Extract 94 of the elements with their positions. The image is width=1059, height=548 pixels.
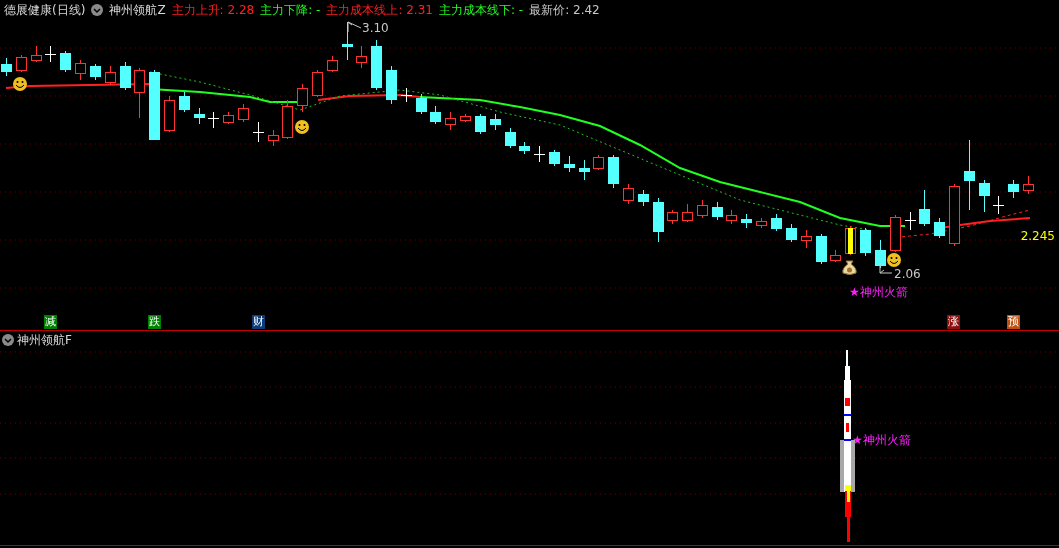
high-price-label: 3.10 xyxy=(362,21,389,35)
legend-value: 主力上升: 2.28 xyxy=(171,2,255,18)
candlestick xyxy=(564,155,575,173)
candlestick xyxy=(638,189,649,207)
candlestick xyxy=(964,139,975,211)
candlestick xyxy=(238,103,249,123)
candlestick xyxy=(1008,179,1019,199)
candlestick xyxy=(653,197,664,243)
candlestick xyxy=(579,159,590,181)
candlestick xyxy=(934,217,945,239)
candlestick xyxy=(60,50,71,73)
candlestick xyxy=(712,201,723,221)
legend-value: 最新价: 2.42 xyxy=(529,2,600,18)
candlestick xyxy=(549,149,560,167)
candlestick xyxy=(756,217,767,229)
signal-marker: 预 xyxy=(1007,315,1020,329)
candlestick xyxy=(16,54,27,73)
candlestick xyxy=(830,249,841,263)
candlestick xyxy=(90,63,101,81)
legend-value: 主力成本线下: - xyxy=(438,2,524,18)
candlestick xyxy=(505,127,516,149)
indicator-name: 神州领航Z xyxy=(109,2,166,18)
candlestick xyxy=(75,59,86,81)
candlestick xyxy=(44,45,57,63)
candlestick xyxy=(430,105,441,125)
candlestick xyxy=(327,55,338,73)
candlestick xyxy=(890,214,901,253)
candlestick xyxy=(207,111,220,129)
smiley-icon xyxy=(887,253,901,267)
signal-marker: 减 xyxy=(44,315,57,329)
candlestick xyxy=(860,227,871,257)
candlestick xyxy=(297,83,308,113)
candlestick xyxy=(445,111,456,131)
candlestick xyxy=(741,213,752,229)
candlestick xyxy=(475,113,486,135)
candlestick xyxy=(1,57,12,77)
candlestick xyxy=(490,113,501,131)
candlestick xyxy=(771,213,782,232)
candlestick xyxy=(949,183,960,247)
candlestick xyxy=(593,154,604,171)
candlestick xyxy=(801,229,812,249)
candlestick xyxy=(120,61,131,91)
signal-label: ★神州火箭 xyxy=(849,285,908,299)
signal-marker: 财 xyxy=(252,315,265,329)
candlestick xyxy=(31,45,42,63)
indicator-name: 神州领航F xyxy=(17,332,72,348)
pointer-arrow xyxy=(347,21,362,33)
candlestick xyxy=(356,45,367,69)
candlestick xyxy=(979,179,990,213)
collapse-icon[interactable] xyxy=(91,4,104,16)
candlestick xyxy=(460,113,471,123)
candlestick xyxy=(164,95,175,133)
candlestick xyxy=(519,141,530,155)
collapse-icon[interactable] xyxy=(2,334,14,346)
candlestick xyxy=(667,209,678,225)
smiley-icon xyxy=(13,77,27,91)
candlestick xyxy=(682,203,693,223)
candlestick xyxy=(608,154,619,189)
legend-value: 主力成本线上: 2.31 xyxy=(326,2,433,18)
candlestick xyxy=(371,39,382,91)
signal-label: ★神州火箭 xyxy=(852,433,911,447)
money-bag-icon xyxy=(842,260,857,275)
candlestick xyxy=(697,199,708,219)
legend-value: 主力下降: - xyxy=(260,2,321,18)
candlestick xyxy=(282,99,293,140)
smiley-icon xyxy=(295,120,309,134)
candlestick xyxy=(134,67,145,119)
candlestick xyxy=(179,91,190,113)
candlestick xyxy=(416,93,427,115)
price-label: 2.245 xyxy=(1020,229,1055,243)
signal-marker: 涨 xyxy=(947,315,960,329)
candlestick xyxy=(816,233,827,265)
pointer-arrow xyxy=(879,263,893,274)
candlestick xyxy=(386,65,397,105)
candlestick xyxy=(1023,175,1034,195)
low-price-label: 2.06 xyxy=(894,267,921,281)
candlestick xyxy=(875,239,886,269)
candlestick xyxy=(623,183,634,205)
candlestick xyxy=(726,209,737,225)
candlestick xyxy=(105,65,116,86)
candlestick xyxy=(223,111,234,125)
candlestick xyxy=(400,87,413,103)
candlestick xyxy=(904,211,917,231)
candlestick xyxy=(786,223,797,243)
signal-marker: 跌 xyxy=(148,315,161,329)
candlestick xyxy=(252,121,265,143)
candlestick xyxy=(919,189,930,227)
candlestick xyxy=(312,69,323,98)
candlestick xyxy=(149,69,160,141)
candlestick xyxy=(194,107,205,125)
candlestick xyxy=(268,129,279,147)
candlestick xyxy=(992,195,1005,215)
candlestick xyxy=(533,145,546,163)
stock-title: 德展健康(日线) xyxy=(4,2,86,18)
